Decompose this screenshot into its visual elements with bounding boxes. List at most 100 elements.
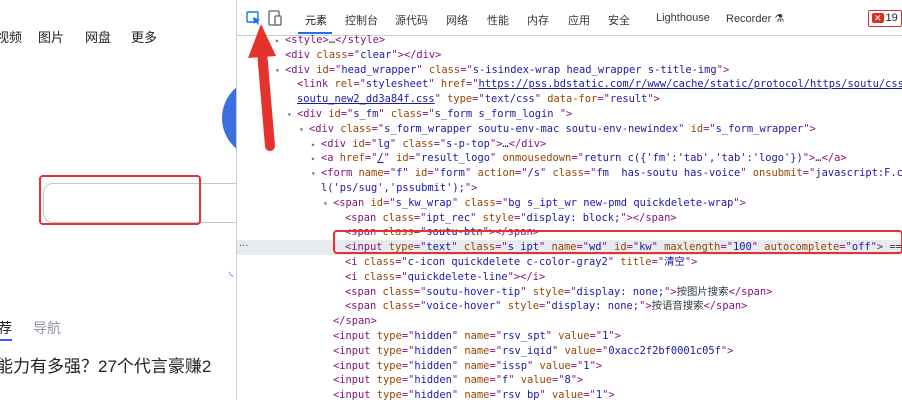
code-token: =" [383, 196, 396, 209]
code-token: " [416, 63, 429, 76]
code-token: 按图片搜索 [676, 285, 729, 298]
expand-triangle-icon[interactable]: ▾ [311, 166, 321, 181]
tab-recorder[interactable]: Recorder ⚗ [726, 12, 784, 25]
dom-node-line[interactable]: <input type="hidden" name="f" value="8"> [237, 373, 902, 388]
code-token: =" [552, 374, 565, 387]
nav-images-link[interactable]: 图片 [38, 27, 64, 46]
dom-node-line[interactable]: <link rel="stylesheet" href="https://pss… [237, 77, 902, 92]
dom-node-line[interactable]: <input type="hidden" name="issp" value="… [237, 359, 902, 374]
dom-node-line[interactable]: ▾ <div id="s_fm" class="s_form s_form_log… [237, 107, 902, 122]
code-token: rsv_bp [501, 389, 540, 400]
code-token: " [434, 93, 448, 106]
code-token: clear [360, 48, 392, 61]
tab-application[interactable]: 应用 [568, 12, 590, 28]
camera-icon[interactable]: ◟ [229, 264, 234, 278]
dom-node-line[interactable]: <span class="soutu-hover-tip" style="dis… [237, 285, 902, 300]
dom-node-line[interactable]: <input type="hidden" name="rsv_spt" valu… [237, 329, 902, 344]
code-token: id [328, 108, 341, 120]
code-token: class [363, 256, 396, 268]
code-token: <input [333, 389, 377, 400]
code-token: display: block; [526, 211, 621, 224]
dom-node-line[interactable]: <span class="voice-hover" style="display… [237, 299, 902, 314]
tab-lighthouse[interactable]: Lighthouse [656, 12, 710, 24]
code-token: class [552, 167, 584, 180]
code-token: value [564, 344, 596, 357]
code-token: value [558, 330, 590, 342]
dom-node-line[interactable]: ▾ <form name="f" id="form" action="/s" cl… [237, 166, 902, 181]
dom-node-line[interactable]: </span> [237, 314, 902, 329]
dom-node-line[interactable]: ▸ <div id="lg" class="s-p-top">…</div> [237, 137, 902, 152]
code-token: =" [583, 389, 596, 400]
expand-triangle-icon[interactable]: ▸ [311, 151, 321, 166]
code-token: " [508, 374, 521, 387]
code-token: =" [383, 167, 397, 180]
code-token: style [482, 211, 514, 224]
tab-recorder-label: Recorder [726, 13, 772, 25]
code-token: </span> [703, 300, 748, 313]
nav-video-link[interactable]: 视频 [0, 27, 22, 46]
tab-performance[interactable]: 性能 [487, 12, 509, 28]
code-token: =" [413, 300, 427, 313]
code-token: <i [345, 270, 364, 283]
code-token: <input [333, 330, 377, 342]
code-token[interactable]: soutu_new2_dd3a84f.css [297, 93, 435, 105]
dom-node-line[interactable]: ▾ <div id="head_wrapper" class="s-isindex… [237, 63, 902, 78]
dom-node-line[interactable]: <i class="quickdelete-line"></i> [237, 270, 902, 285]
code-token: c-icon quickdelete c-color-gray2 [407, 256, 608, 268]
tab-network[interactable]: 网络 [446, 12, 468, 28]
code-token: =" [595, 344, 609, 357]
devtools-toolbar: 元素 控制台 源代码 网络 性能 内存 应用 安全 Lighthouse Rec… [237, 0, 902, 36]
tab-elements[interactable]: 元素 [305, 12, 327, 28]
code-token: <input [333, 359, 377, 372]
error-count-badge[interactable]: ✕ 19 [868, 10, 902, 27]
expand-triangle-icon[interactable]: ▾ [299, 122, 309, 137]
code-token: s_kw_wrap [395, 196, 452, 209]
code-token: result_logo [421, 152, 490, 165]
expand-triangle-icon[interactable]: ▾ [323, 196, 333, 211]
code-token: name [464, 330, 490, 342]
dom-node-line[interactable]: <span class="ipt_rec" style="display: bl… [237, 211, 902, 226]
node-options-icon[interactable]: ... [239, 237, 248, 249]
code-token: " [495, 300, 508, 313]
dom-node-line[interactable]: <input type="hidden" name="rsv_iqid" val… [237, 344, 902, 359]
tab-security[interactable]: 安全 [608, 12, 630, 28]
code-token: href [440, 78, 466, 91]
dom-node-line[interactable]: <input type="hidden" name="rsv_bp" value… [237, 388, 902, 400]
dom-node-line[interactable]: ▸ <style>…</style> [237, 33, 902, 48]
code-token: display: none; [551, 300, 640, 313]
dom-node-line[interactable]: ▾ <span id="s_kw_wrap" class="bg s_ipt_wr… [237, 196, 902, 211]
code-token: rel [334, 78, 354, 91]
code-token: javascript:F.cal [815, 167, 902, 180]
code-token: =" [395, 256, 408, 268]
code-token: s_fm [353, 108, 379, 120]
tab-sources[interactable]: 源代码 [395, 12, 428, 28]
dom-node-line[interactable]: ▸ <a href="/" id="result_logo" onmousedow… [237, 151, 902, 166]
tab-recommend[interactable]: 荐 [0, 318, 12, 338]
dom-node-line[interactable]: <i class="c-icon quickdelete c-color-gra… [237, 255, 902, 270]
code-token: "></span> [620, 211, 677, 224]
code-token: value [552, 389, 584, 400]
dom-node-line[interactable]: <div class="clear"></div> [237, 48, 902, 63]
code-token[interactable]: https://pss.bdstatic.com/r/www/cache/sta… [478, 78, 902, 90]
dom-node-line[interactable]: ▾ <div class="s_form_wrapper soutu-env-ma… [237, 122, 902, 137]
code-token: s_form_wrapper [715, 122, 804, 135]
code-token: " [607, 256, 621, 268]
code-token: return c({'fm':'tab','tab':'logo'}) [583, 152, 803, 165]
code-token: onmousedown [502, 152, 572, 165]
code-token: rsv_iqid [501, 344, 552, 357]
dom-node-line[interactable]: l('ps/sug','pssubmit');"> [237, 181, 902, 196]
news-headline[interactable]: 能力有多强？27个代言豪赚2 [0, 352, 211, 377]
tab-memory[interactable]: 内存 [527, 12, 549, 28]
code-token: "> [664, 285, 677, 298]
nav-more-link[interactable]: 更多 [131, 27, 157, 46]
code-token: =" [489, 359, 502, 372]
tab-navigation[interactable]: 导航 [33, 318, 61, 338]
code-token: type [376, 344, 402, 357]
dom-node-line[interactable]: soutu_new2_dd3a84f.css" type="text/css" … [237, 92, 902, 107]
code-token: "> [602, 389, 615, 400]
expand-triangle-icon[interactable]: ▸ [311, 137, 321, 152]
code-token: s-p-top [446, 137, 490, 150]
code-token: =" [513, 211, 527, 224]
tab-console[interactable]: 控制台 [345, 12, 378, 28]
nav-netdisk-link[interactable]: 网盘 [85, 27, 111, 46]
